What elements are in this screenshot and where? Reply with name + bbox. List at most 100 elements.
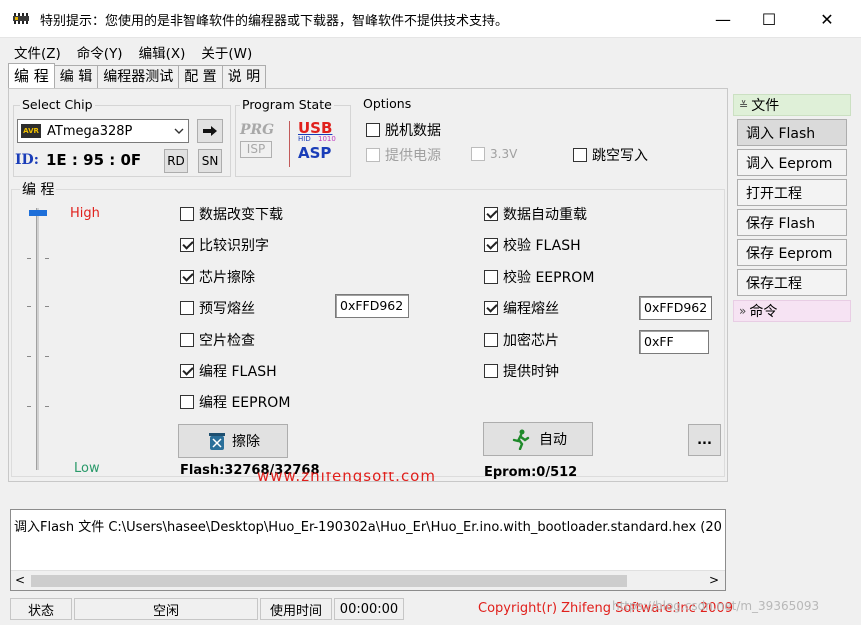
arrow-right-icon xyxy=(203,126,217,136)
save-project-button[interactable]: 保存工程 xyxy=(737,269,847,296)
status-value: 空闲 xyxy=(74,598,258,620)
title-bar: 特别提示：您使用的是非智峰软件的编程器或下载器，智峰软件不提供技术支持。 — ☐… xyxy=(0,0,861,38)
checkbox-label: 数据改变下载 xyxy=(199,207,283,223)
lock-chip-checkbox[interactable]: 加密芯片 xyxy=(484,330,559,350)
program-group: 编 程 High Low 数据改变下载 比较识别字 芯片擦除 预写熔丝 空片检查… xyxy=(11,179,725,480)
scroll-left-icon[interactable]: < xyxy=(15,573,25,587)
menu-about[interactable]: 关于(W) xyxy=(193,38,260,62)
select-chip-arrow-button[interactable] xyxy=(197,119,223,143)
scrollbar-thumb[interactable] xyxy=(31,575,627,587)
status-bar: 状态 空闲 使用时间 00:00:00 Copyright(r) Zhifeng… xyxy=(0,595,861,625)
tab-program[interactable]: 编 程 xyxy=(8,63,55,89)
tab-help[interactable]: 说 明 xyxy=(221,65,267,89)
load-eeprom-button[interactable]: 调入 Eeprom xyxy=(737,149,847,176)
prg-text: PRG xyxy=(240,122,275,138)
save-flash-button[interactable]: 保存 Flash xyxy=(737,209,847,236)
eeprom-usage: Eprom:0/512 xyxy=(484,465,578,480)
elapsed-time-value: 00:00:00 xyxy=(334,598,404,620)
log-horizontal-scrollbar[interactable]: < > xyxy=(11,570,725,590)
more-options-button[interactable]: ... xyxy=(688,424,721,456)
checkbox-box xyxy=(484,333,498,347)
tab-programmer-test[interactable]: 编程器测试 xyxy=(97,65,180,89)
provide-power-checkbox[interactable]: 提供电源 xyxy=(366,145,441,165)
tab-edit[interactable]: 编 辑 xyxy=(53,65,99,89)
state-divider xyxy=(289,121,290,167)
slider-low-label: Low xyxy=(74,461,100,476)
maximize-icon: ☐ xyxy=(761,9,777,29)
sidebar-command-header[interactable]: » 命令 xyxy=(733,300,851,322)
chip-erase-checkbox[interactable]: 芯片擦除 xyxy=(180,267,255,287)
checkbox-box xyxy=(573,148,587,162)
sidebar-file-header[interactable]: ≚ 文件 xyxy=(733,94,851,116)
erase-button[interactable]: 擦除 xyxy=(178,424,288,458)
prewrite-fuse-checkbox[interactable]: 预写熔丝 xyxy=(180,298,255,318)
voltage-3v3-checkbox[interactable]: 3.3V xyxy=(471,147,517,161)
checkbox-label: 编程 EEPROM xyxy=(199,395,291,411)
checkbox-box xyxy=(180,395,194,409)
skip-empty-write-label: 跳空写入 xyxy=(592,148,648,164)
checkbox-box xyxy=(484,364,498,378)
window-title: 特别提示：您使用的是非智峰软件的编程器或下载器，智峰软件不提供技术支持。 xyxy=(40,14,509,29)
checkbox-box xyxy=(484,301,498,315)
sidebar-file-header-label: 文件 xyxy=(751,98,780,114)
running-man-icon xyxy=(512,429,530,450)
close-icon: ✕ xyxy=(820,9,834,29)
checkbox-box xyxy=(484,270,498,284)
checkbox-box xyxy=(180,364,194,378)
provide-clock-checkbox[interactable]: 提供时钟 xyxy=(484,361,559,381)
checkbox-box xyxy=(180,207,194,221)
checkbox-label: 比较识别字 xyxy=(199,238,269,254)
priority-slider[interactable] xyxy=(27,206,49,472)
download-on-change-checkbox[interactable]: 数据改变下载 xyxy=(180,204,283,224)
lock-value-field[interactable]: 0xFF xyxy=(639,330,709,354)
usb-asp-indicator: USB HID 1010 ASP xyxy=(298,120,342,168)
menu-command[interactable]: 命令(Y) xyxy=(69,38,131,62)
save-eeprom-button[interactable]: 保存 Eeprom xyxy=(737,239,847,266)
slider-tick xyxy=(27,306,31,307)
checkbox-label: 编程 FLASH xyxy=(199,364,277,380)
scroll-right-icon[interactable]: > xyxy=(709,573,719,587)
elapsed-time-label: 使用时间 xyxy=(260,598,332,620)
skip-empty-write-checkbox[interactable]: 跳空写入 xyxy=(573,145,648,165)
program-flash-checkbox[interactable]: 编程 FLASH xyxy=(180,361,277,381)
checkbox-label: 校验 EEPROM xyxy=(503,270,595,286)
checkbox-label: 空片检查 xyxy=(199,333,255,349)
auto-button[interactable]: 自动 xyxy=(483,422,593,456)
offline-data-label: 脱机数据 xyxy=(385,123,441,139)
tab-config[interactable]: 配 置 xyxy=(178,65,223,89)
fuse-value-field[interactable]: 0xFFD962 xyxy=(639,296,712,320)
serial-number-button[interactable]: SN xyxy=(198,149,222,173)
erase-button-label: 擦除 xyxy=(232,434,260,450)
slider-tick xyxy=(45,258,49,259)
compare-signature-checkbox[interactable]: 比较识别字 xyxy=(180,235,269,255)
checkbox-box xyxy=(484,238,498,252)
slider-thumb[interactable] xyxy=(29,210,47,216)
close-button[interactable]: ✕ xyxy=(804,0,850,38)
hid-text: HID xyxy=(298,135,311,143)
checkbox-label: 数据自动重载 xyxy=(503,207,587,223)
offline-data-checkbox[interactable]: 脱机数据 xyxy=(366,120,441,140)
read-id-button[interactable]: RD xyxy=(164,149,188,173)
sidebar: ≚ 文件 调入 Flash 调入 Eeprom 打开工程 保存 Flash 保存… xyxy=(733,94,851,594)
menu-edit[interactable]: 编辑(X) xyxy=(131,38,194,62)
menu-file[interactable]: 文件(Z) xyxy=(6,38,69,62)
chevron-down-icon xyxy=(170,128,188,134)
load-flash-button[interactable]: 调入 Flash xyxy=(737,119,847,146)
checkbox-box xyxy=(484,207,498,221)
open-project-button[interactable]: 打开工程 xyxy=(737,179,847,206)
auto-reload-checkbox[interactable]: 数据自动重载 xyxy=(484,204,587,224)
log-output[interactable]: 调入Flash 文件 C:\Users\hasee\Desktop\Huo_Er… xyxy=(10,509,726,591)
options-group: Options 脱机数据 提供电源 3.3V 跳空写入 xyxy=(361,96,721,165)
minimize-button[interactable]: — xyxy=(700,0,746,38)
program-eeprom-checkbox[interactable]: 编程 EEPROM xyxy=(180,392,290,412)
program-fuse-checkbox[interactable]: 编程熔丝 xyxy=(484,298,559,318)
blank-check-checkbox[interactable]: 空片检查 xyxy=(180,330,255,350)
prewrite-fuse-value-field[interactable]: 0xFFD962 xyxy=(335,294,409,318)
menu-bar: 文件(Z) 命令(Y) 编辑(X) 关于(W) xyxy=(0,38,861,62)
chevron-double-right-icon: » xyxy=(739,304,747,318)
verify-eeprom-checkbox[interactable]: 校验 EEPROM xyxy=(484,267,594,287)
chip-select[interactable]: AVR ATmega328P xyxy=(17,119,189,143)
prg-isp-indicator: PRG ISP xyxy=(240,122,280,166)
verify-flash-checkbox[interactable]: 校验 FLASH xyxy=(484,235,581,255)
maximize-button[interactable]: ☐ xyxy=(746,0,792,38)
